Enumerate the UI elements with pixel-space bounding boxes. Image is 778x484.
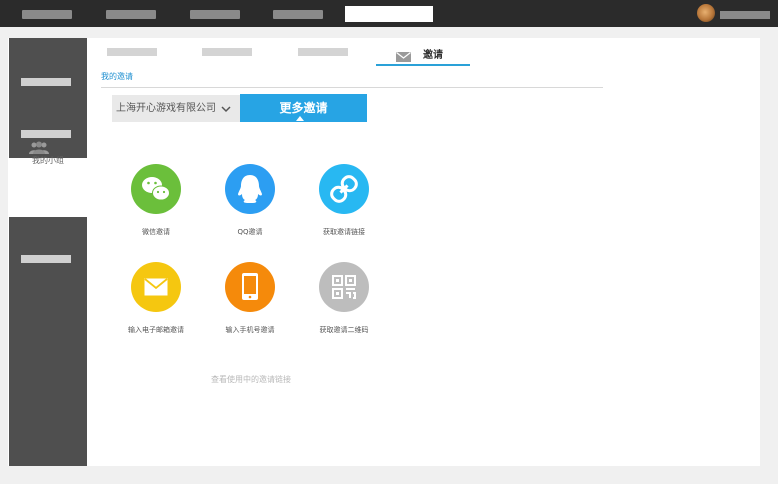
- user-name[interactable]: [720, 11, 770, 19]
- qq-icon: [225, 164, 275, 214]
- top-nav-item-active[interactable]: [345, 6, 433, 22]
- group-icon: [28, 140, 50, 154]
- invite-qq-label: QQ邀请: [237, 228, 263, 236]
- qrcode-icon: [319, 262, 369, 312]
- sidebar-item-2[interactable]: [21, 130, 71, 138]
- invite-link[interactable]: 获取邀请链接: [299, 164, 389, 244]
- more-invites-pointer: [296, 116, 304, 121]
- tab-1[interactable]: [107, 48, 157, 56]
- top-nav-item-3[interactable]: [190, 10, 240, 19]
- tab-2[interactable]: [202, 48, 252, 56]
- invite-phone-label: 输入手机号邀请: [225, 326, 275, 334]
- invite-qrcode[interactable]: 获取邀请二维码: [299, 262, 389, 342]
- sidebar-item-label: 我的小组: [32, 156, 64, 165]
- invite-link-label: 获取邀请链接: [323, 228, 365, 236]
- top-nav-item-1[interactable]: [22, 10, 72, 19]
- envelope-icon: [396, 47, 411, 62]
- invite-phone[interactable]: 输入手机号邀请: [205, 262, 295, 342]
- wechat-icon: [131, 164, 181, 214]
- sidebar-item-4[interactable]: [21, 255, 71, 263]
- invite-wechat-label: 微信邀请: [142, 228, 170, 236]
- top-nav-item-2[interactable]: [106, 10, 156, 19]
- chevron-down-icon[interactable]: [220, 101, 232, 115]
- invite-wechat[interactable]: 微信邀请: [111, 164, 201, 244]
- section-title: 我的邀请: [101, 72, 133, 81]
- tab-invite[interactable]: 邀请: [376, 39, 470, 66]
- invite-qrcode-label: 获取邀请二维码: [319, 326, 369, 334]
- sidebar-item-my-group[interactable]: [9, 158, 87, 217]
- tab-invite-label: 邀请: [423, 50, 443, 61]
- section-divider: [101, 87, 603, 88]
- link-icon: [319, 164, 369, 214]
- avatar[interactable]: [697, 4, 715, 22]
- sidebar-item-1[interactable]: [21, 78, 71, 86]
- top-navbar: [0, 0, 778, 27]
- invite-email[interactable]: 输入电子邮箱邀请: [111, 262, 201, 342]
- tab-3[interactable]: [298, 48, 348, 56]
- mail-icon: [131, 262, 181, 312]
- invite-qq[interactable]: QQ邀请: [205, 164, 295, 244]
- view-active-links[interactable]: 查看使用中的邀请链接: [160, 374, 342, 385]
- invite-email-label: 输入电子邮箱邀请: [128, 326, 184, 334]
- sidebar: [9, 38, 87, 466]
- top-nav-item-4[interactable]: [273, 10, 323, 19]
- phone-icon: [225, 262, 275, 312]
